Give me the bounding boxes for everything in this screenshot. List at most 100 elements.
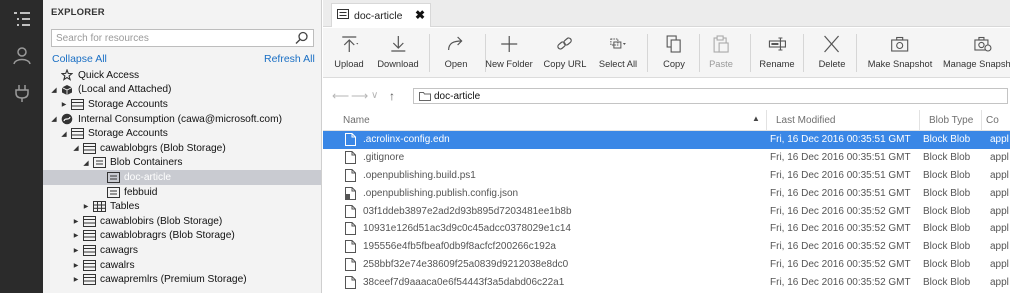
up-icon[interactable]: ↑ [389,89,395,103]
toolbar-button-label: Copy URL [543,59,587,69]
collapsed-twisty-icon[interactable]: ▶ [71,218,81,225]
toolbar-button-label: Copy [663,59,685,69]
tree-item[interactable]: ▶ Storage Accounts [43,97,321,112]
table-row[interactable]: 258bbf32e74e38609f25a0839d9212038e8dc0 Fr… [323,256,1010,274]
cell-name: 03f1ddeb3897e2ad2d93b895d7203481ee1b8b [363,205,572,217]
navigation-bar: ⟵ ⟶ ∨ ↑ [323,86,1010,106]
tree-item[interactable]: febbuid [43,185,321,200]
tree-item[interactable]: ◢ Blob Containers [43,156,321,171]
plug-icon[interactable] [0,76,43,110]
path-input[interactable] [413,88,1008,104]
column-name[interactable]: Name [343,115,370,126]
toolbar-button-label: New Folder [485,59,533,69]
table-row[interactable]: 03f1ddeb3897e2ad2d93b895d7203481ee1b8b Fr… [323,203,1010,221]
table-row[interactable]: .openpublishing.build.ps1 Fri, 16 Dec 201… [323,167,1010,185]
table-row[interactable]: .openpublishing.publish.config.json Fri, … [323,185,1010,203]
download-button[interactable]: Download [377,32,419,74]
table-row[interactable]: 195556e4fb5fbeaf0db9f8acfcf200266c192a Fr… [323,238,1010,256]
column-content-type[interactable]: Co [986,115,999,126]
expanded-twisty-icon[interactable]: ◢ [81,159,91,167]
tree-item[interactable]: ▶ cawapremlrs (Premium Storage) [43,272,321,287]
tree-item[interactable]: ◢ Storage Accounts [43,126,321,141]
cell-blob-type: Block Blob [923,277,971,289]
toolbar-separator [485,34,486,72]
cell-blob-type: Block Blob [923,169,971,181]
column-divider[interactable] [981,110,982,131]
tree-item[interactable]: ▶ Tables [43,199,321,214]
delete-button[interactable]: Delete [819,32,845,74]
close-icon[interactable]: ✖ [415,8,425,22]
table-row[interactable]: .gitignore Fri, 16 Dec 2016 00:35:51 GMT B… [323,149,1010,167]
column-blob-type[interactable]: Blob Type [929,115,973,126]
tree-item-label: cawagrs [100,244,138,256]
make-snapshot-button[interactable]: Make Snapshot [868,32,932,74]
select-all-button[interactable]: Select All [599,32,637,74]
download-icon [388,32,408,59]
collapsed-twisty-icon[interactable]: ▶ [59,101,69,108]
column-last-modified[interactable]: Last Modified [776,115,835,126]
file-icon [345,150,356,167]
tree-item[interactable]: ◢ (Local and Attached) [43,83,321,98]
search-icon[interactable] [295,31,309,48]
collapsed-twisty-icon[interactable]: ▶ [71,276,81,283]
tree-item-label: cawapremlrs (Premium Storage) [100,274,247,286]
expanded-twisty-icon[interactable]: ◢ [59,130,69,138]
collapsed-twisty-icon[interactable]: ▶ [71,262,81,269]
cell-name: 195556e4fb5fbeaf0db9f8acfcf200266c192a [363,241,556,253]
rename-button[interactable]: Rename [759,32,795,74]
grid-header: Name ▲ Last Modified Blob Type Co [323,110,1010,131]
tree-item[interactable]: ◢ cawablobgrs (Blob Storage) [43,141,321,156]
cell-content-type: appl [990,223,1009,235]
tree-item[interactable]: ▶ cawagrs [43,243,321,258]
copy-url-button[interactable]: Copy URL [543,32,587,74]
cell-content-type: appl [990,277,1009,289]
expanded-twisty-icon[interactable]: ◢ [49,115,59,123]
table-row[interactable]: .acrolinx-config.edn Fri, 16 Dec 2016 00:… [323,131,1010,149]
refresh-all-link[interactable]: Refresh All [264,53,315,65]
tab-doc-article[interactable]: doc-article ✖ [331,3,431,27]
sort-ascending-icon[interactable]: ▲ [752,114,760,123]
search-input[interactable] [52,30,290,46]
cell-last-modified: Fri, 16 Dec 2016 00:35:51 GMT [770,151,911,163]
cell-name: .openpublishing.build.ps1 [363,169,476,181]
expanded-twisty-icon[interactable]: ◢ [71,144,81,152]
new-folder-button[interactable]: New Folder [485,32,533,74]
search-box[interactable] [51,29,314,47]
collapse-all-link[interactable]: Collapse All [52,53,107,65]
column-divider[interactable] [766,110,767,131]
chevron-down-icon[interactable]: ∨ [371,90,378,101]
expanded-twisty-icon[interactable]: ◢ [49,86,59,94]
collapsed-twisty-icon[interactable]: ▶ [71,232,81,239]
upload-button[interactable]: Upload [334,32,364,74]
tree-item[interactable]: ▶ cawablobirs (Blob Storage) [43,214,321,229]
tree-item[interactable]: ◢ Internal Consumption (cawa@microsoft.co… [43,112,321,127]
json-file-icon [345,186,356,203]
collapsed-twisty-icon[interactable]: ▶ [71,247,81,254]
explorer-icon[interactable] [0,2,43,36]
tree-item[interactable]: Quick Access [43,68,321,83]
manage-snapshots-icon [973,32,993,59]
toolbar-button-label: Rename [759,59,795,69]
tree-item[interactable]: doc-article [43,170,321,185]
toolbar-button-label: Paste [709,59,733,69]
cell-content-type: appl [990,187,1009,199]
manage-snapshots-button[interactable]: Manage Snapshots [943,32,1010,74]
table-row[interactable]: 38ceef7d9aaaca0e6f54443f3a5dabd06c22a1 Fr… [323,274,1010,292]
back-icon[interactable]: ⟵ [332,89,349,103]
account-icon[interactable] [0,38,43,72]
cell-last-modified: Fri, 16 Dec 2016 00:35:51 GMT [770,134,911,145]
quick-access-icon [59,69,75,82]
copy-button[interactable]: Copy [663,32,685,74]
blob-grid: Name ▲ Last Modified Blob Type Co .acrol… [323,110,1010,292]
forward-icon[interactable]: ⟶ [351,89,368,103]
tree-item[interactable]: ▶ cawalrs [43,258,321,273]
open-button[interactable]: Open [445,32,467,74]
paste-button[interactable]: Paste [709,32,733,74]
toolbar-button-label: Select All [598,59,638,69]
table-row[interactable]: 10931e126d51ac3d9c0c45adcc0378029e1c14 Fr… [323,220,1010,238]
cell-name: 10931e126d51ac3d9c0c45adcc0378029e1c14 [363,223,571,235]
collapsed-twisty-icon[interactable]: ▶ [81,203,91,210]
column-divider[interactable] [919,110,920,131]
tree-item-label: febbuid [124,186,158,198]
tree-item[interactable]: ▶ cawablobragrs (Blob Storage) [43,229,321,244]
